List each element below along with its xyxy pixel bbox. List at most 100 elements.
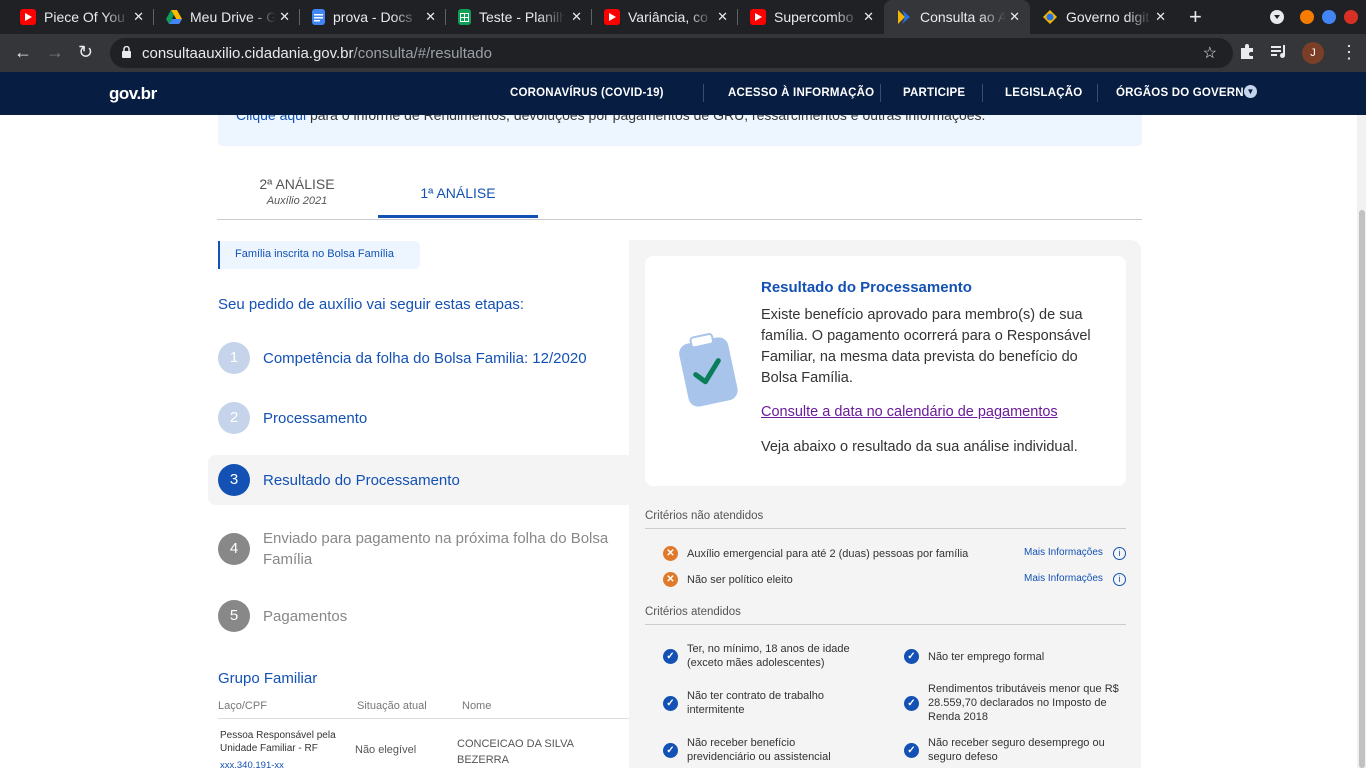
close-tab-icon[interactable]: ✕: [1009, 9, 1020, 25]
step-item: 4 Enviado para pagamento na próxima folh…: [218, 528, 628, 570]
nav-link-legislacao[interactable]: LEGISLAÇÃO: [1005, 87, 1082, 99]
govbr-logo[interactable]: gov.br: [109, 84, 157, 104]
browser-tab-strip: Piece Of You ✕ Meu Drive - G ✕ prova - D…: [0, 0, 1366, 34]
tab-title: Variância, co: [628, 9, 708, 25]
check-circle-icon: ✓: [663, 648, 678, 664]
reload-icon[interactable]: ↻: [78, 42, 93, 62]
browser-toolbar: ← → ↻ consultaauxilio.cidadania.gov.br/c…: [0, 34, 1366, 72]
met-criterion: ✓ Não ter emprego formal: [904, 649, 1124, 664]
tab-title: Teste - Planilh: [479, 9, 565, 25]
payment-calendar-link[interactable]: Consulte a data no calendário de pagamen…: [761, 404, 1058, 420]
step-number: 4: [218, 533, 250, 565]
browser-tab[interactable]: Supercombo ✕: [738, 0, 884, 34]
youtube-icon: [604, 9, 620, 25]
met-criterion: ✓ Não receber seguro desemprego ou seguro…: [904, 736, 1119, 764]
nav-link-acesso-informacao[interactable]: ACESSO À INFORMAÇÃO: [728, 87, 874, 99]
notice-text: para o informe de Rendimentos, devoluçõe…: [306, 115, 986, 123]
browser-menu-icon[interactable]: ⋮: [1340, 42, 1358, 62]
x-circle-icon: ✕: [663, 546, 678, 561]
step-number: 3: [218, 464, 250, 496]
scrollbar-thumb[interactable]: [1359, 210, 1365, 768]
new-tab-icon[interactable]: +: [1189, 4, 1202, 30]
step-label: Processamento: [263, 409, 368, 427]
met-criterion: ✓ Rendimentos tributáveis menor que R$ 28…: [904, 682, 1119, 724]
check-circle-icon: ✓: [663, 695, 678, 711]
result-body: Existe benefício aprovado para membro(s)…: [761, 307, 1091, 386]
analysis-tabs: 2ª ANÁLISE Auxílio 2021 1ª ANÁLISE: [217, 170, 1142, 220]
step-number: 1: [218, 342, 250, 374]
browser-tab-active[interactable]: Consulta ao A ✕: [884, 0, 1030, 34]
close-tab-icon[interactable]: ✕: [1155, 9, 1166, 25]
close-tab-icon[interactable]: ✕: [133, 9, 144, 25]
tab-search-icon[interactable]: [1270, 10, 1284, 24]
nav-link-participe[interactable]: PARTICIPE: [903, 87, 965, 99]
browser-tab[interactable]: Meu Drive - G ✕: [154, 0, 300, 34]
column-header: Laço/CPF: [218, 700, 267, 712]
step-item-current: 3 Resultado do Processamento: [218, 460, 628, 500]
close-tab-icon[interactable]: ✕: [425, 9, 436, 25]
browser-tab[interactable]: Teste - Planilh ✕: [446, 0, 592, 34]
google-docs-icon: [312, 9, 325, 25]
tab-title: Meu Drive - G: [190, 9, 276, 25]
bookmark-star-icon[interactable]: ☆: [1203, 43, 1217, 63]
info-icon[interactable]: i: [1113, 573, 1126, 586]
check-circle-icon: ✓: [904, 695, 919, 711]
step-number: 2: [218, 402, 250, 434]
media-control-icon[interactable]: [1270, 42, 1288, 64]
back-icon[interactable]: ←: [14, 42, 32, 62]
met-criterion: ✓ Não receber benefício previdenciário ou…: [663, 736, 863, 764]
browser-tab[interactable]: Variância, co ✕: [592, 0, 738, 34]
family-group-heading: Grupo Familiar: [218, 670, 318, 687]
browser-tab[interactable]: Governo digit ✕: [1030, 0, 1176, 34]
tab-title: Piece Of You: [44, 9, 125, 25]
extensions-icon[interactable]: [1238, 42, 1256, 64]
maximize-window-icon[interactable]: [1322, 10, 1336, 24]
x-circle-icon: ✕: [663, 572, 678, 587]
step-item: 2 Processamento: [218, 398, 628, 438]
informe-link[interactable]: Clique aqui: [236, 115, 306, 123]
page-content: Clique aqui para o informe de Rendimento…: [0, 115, 1366, 768]
google-sheets-icon: [458, 9, 471, 25]
more-info-link[interactable]: Mais Informações: [1024, 573, 1103, 584]
more-info-link[interactable]: Mais Informações: [1024, 547, 1103, 558]
browser-tab[interactable]: prova - Docs ✕: [300, 0, 446, 34]
forward-icon[interactable]: →: [46, 42, 64, 62]
steps-heading: Seu pedido de auxílio vai seguir estas e…: [218, 296, 525, 313]
tab-primeira-analise[interactable]: 1ª ANÁLISE: [378, 170, 538, 218]
url-text: consultaauxilio.cidadania.gov.br/consult…: [142, 45, 492, 62]
member-name: CONCEICAO DA SILVA BEZERRA: [457, 738, 574, 766]
close-tab-icon[interactable]: ✕: [571, 9, 582, 25]
step-item: 5 Pagamentos: [218, 596, 628, 636]
browser-tab[interactable]: Piece Of You ✕: [0, 0, 154, 34]
info-icon[interactable]: i: [1113, 547, 1126, 560]
tab-title: prova - Docs: [333, 9, 413, 25]
lock-icon: [122, 46, 131, 58]
nav-link-coronavirus[interactable]: CORONAVÍRUS (COVID-19): [510, 87, 664, 99]
step-label: Enviado para pagamento na próxima folha …: [263, 530, 609, 568]
chevron-down-icon[interactable]: ▼: [1244, 85, 1257, 98]
nav-link-orgaos-governo[interactable]: ÓRGÃOS DO GOVERNO: [1116, 87, 1253, 99]
minimize-window-icon[interactable]: [1300, 10, 1314, 24]
clipboard-check-icon: [679, 333, 738, 407]
youtube-icon: [750, 9, 766, 25]
tab-title: Consulta ao A: [920, 9, 1006, 25]
result-card: Resultado do Processamento Existe benefí…: [645, 256, 1126, 486]
step-number: 5: [218, 600, 250, 632]
address-bar[interactable]: consultaauxilio.cidadania.gov.br/consult…: [110, 38, 1233, 68]
unmet-criterion: ✕ Auxílio emergencial para até 2 (duas) p…: [663, 546, 968, 561]
member-role: Pessoa Responsável pela Unidade Familiar…: [220, 730, 336, 754]
check-circle-icon: ✓: [904, 742, 919, 758]
close-tab-icon[interactable]: ✕: [717, 9, 728, 25]
info-notice: Clique aqui para o informe de Rendimento…: [218, 115, 1142, 146]
profile-avatar[interactable]: J: [1302, 42, 1324, 64]
tab-segunda-analise[interactable]: 2ª ANÁLISE Auxílio 2021: [217, 170, 377, 218]
step-label: Competência da folha do Bolsa Familia: 1…: [263, 349, 587, 367]
close-tab-icon[interactable]: ✕: [279, 9, 290, 25]
unmet-criterion: ✕ Não ser político eleito: [663, 572, 793, 587]
youtube-icon: [20, 9, 36, 25]
close-tab-icon[interactable]: ✕: [863, 9, 874, 25]
column-header: Nome: [462, 700, 492, 712]
close-window-icon[interactable]: [1344, 10, 1358, 24]
member-cpf-link[interactable]: xxx.340.191-xx: [220, 760, 284, 768]
tab-title: Supercombo: [774, 9, 854, 25]
